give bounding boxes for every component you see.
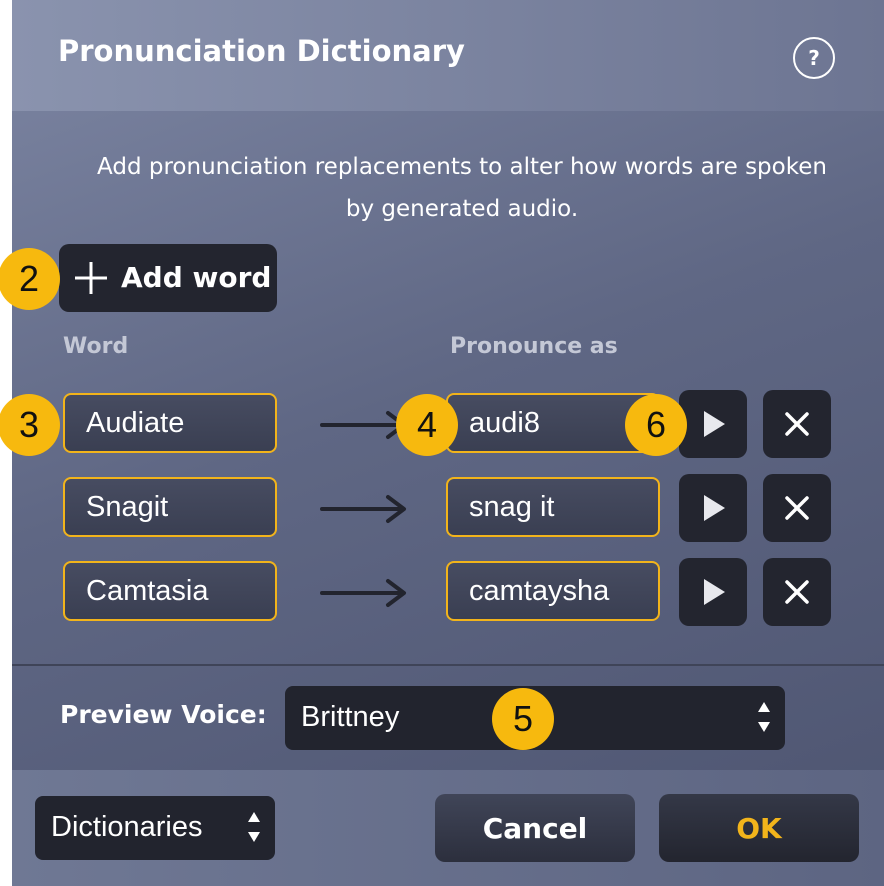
arrow-right-icon (320, 579, 406, 607)
play-icon (704, 495, 725, 521)
dialog-title: Pronunciation Dictionary (58, 34, 465, 68)
plus-icon (75, 262, 107, 294)
close-icon (785, 580, 809, 604)
help-button[interactable]: ? (793, 37, 835, 79)
play-button[interactable] (679, 558, 747, 626)
callout-badge: 2 (0, 248, 60, 310)
word-input[interactable]: Audiate (63, 393, 277, 453)
close-icon (785, 412, 809, 436)
word-column-header: Word (63, 334, 129, 359)
play-icon (704, 579, 725, 605)
delete-button[interactable] (763, 390, 831, 458)
callout-badge: 5 (492, 688, 554, 750)
callout-badge: 4 (396, 394, 458, 456)
word-input[interactable]: Snagit (63, 477, 277, 537)
updown-arrows-icon (758, 702, 770, 732)
arrow-right-icon (320, 495, 406, 523)
close-icon (785, 496, 809, 520)
callout-badge: 6 (625, 394, 687, 456)
dictionaries-label: Dictionaries (51, 811, 203, 843)
pronounce-column-header: Pronounce as (450, 334, 618, 359)
dialog-description: Add pronunciation replacements to alter … (97, 154, 827, 222)
dialog-footer: Dictionaries Cancel OK (12, 770, 884, 886)
word-input[interactable]: Camtasia (63, 561, 277, 621)
preview-voice-label: Preview Voice: (60, 700, 267, 729)
play-button[interactable] (679, 390, 747, 458)
arrow-right-icon (320, 411, 406, 439)
delete-button[interactable] (763, 474, 831, 542)
callout-badge: 3 (0, 394, 60, 456)
cancel-label: Cancel (482, 811, 588, 845)
add-word-button[interactable]: Add word (59, 244, 277, 312)
play-button[interactable] (679, 474, 747, 542)
preview-voice-value: Brittney (301, 701, 400, 733)
pronounce-input[interactable]: camtaysha (446, 561, 660, 621)
delete-button[interactable] (763, 558, 831, 626)
ok-button[interactable]: OK (659, 794, 859, 862)
section-divider (12, 664, 884, 666)
dialog-header: Pronunciation Dictionary ? (12, 0, 884, 111)
help-icon: ? (808, 46, 820, 70)
ok-label: OK (736, 811, 782, 845)
cancel-button[interactable]: Cancel (435, 794, 635, 862)
updown-arrows-icon (248, 812, 260, 842)
play-icon (704, 411, 725, 437)
add-word-label: Add word (121, 261, 272, 294)
dictionaries-select[interactable]: Dictionaries (35, 796, 275, 860)
pronounce-input[interactable]: snag it (446, 477, 660, 537)
